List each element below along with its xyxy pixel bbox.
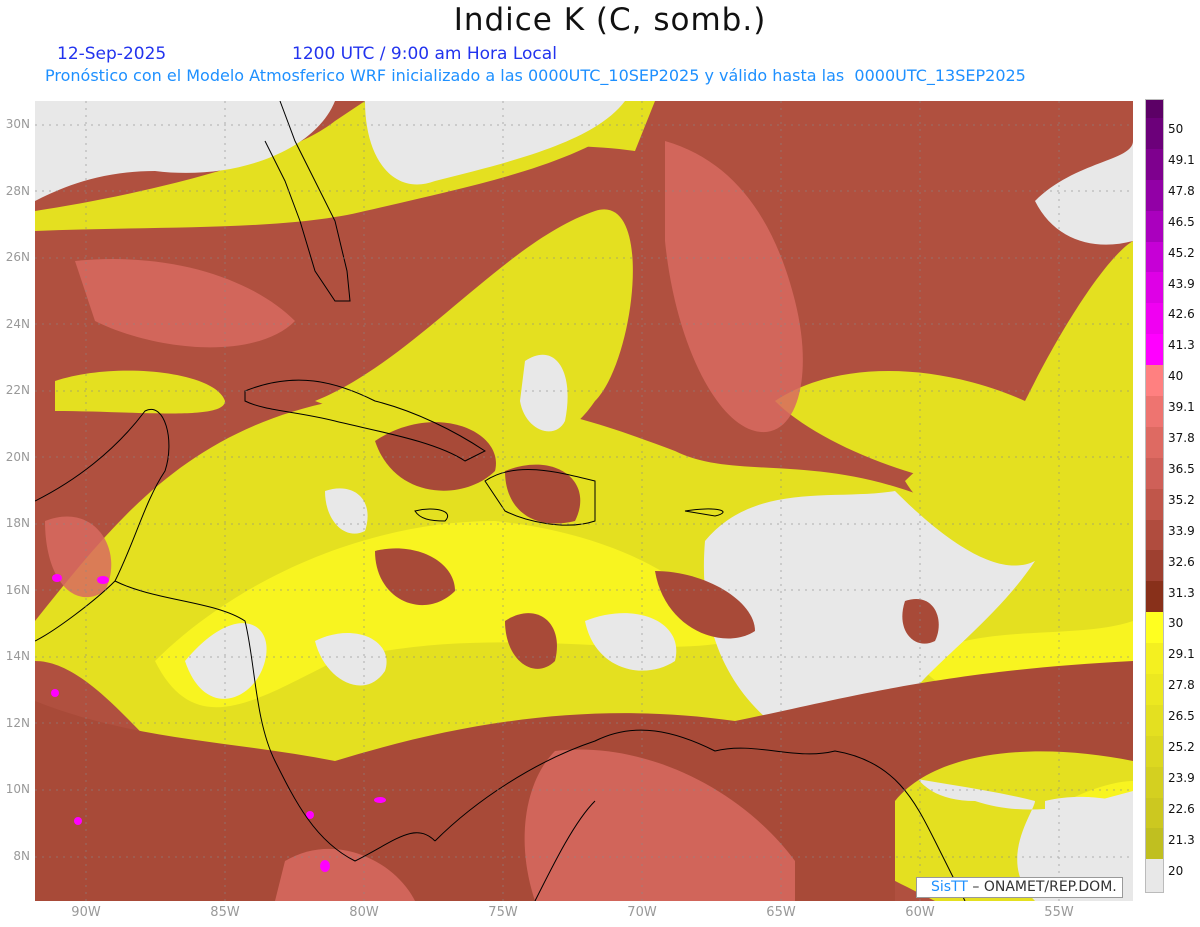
colorbar-label: 50 (1168, 122, 1184, 136)
credit-org: – ONAMET/REP.DOM. (972, 879, 1117, 895)
colorbar-swatch (1146, 643, 1163, 675)
colorbar-swatch (1146, 272, 1163, 304)
lat-label: 20N (5, 449, 30, 464)
colorbar-label: 46.5 (1168, 214, 1195, 229)
colorbar-swatch (1146, 210, 1163, 242)
lon-label: 75W (488, 905, 518, 920)
colorbar-swatch (1146, 704, 1163, 736)
colorbar-label: 49.1 (1168, 152, 1195, 167)
colorbar-swatch (1146, 550, 1163, 582)
colorbar-label: 42.6 (1168, 307, 1195, 322)
lon-label: 65W (766, 905, 796, 920)
lon-label: 60W (905, 905, 935, 920)
colorbar-swatch (1146, 488, 1163, 520)
lon-label: 70W (627, 905, 657, 920)
colorbar-label: 30 (1168, 616, 1184, 631)
map-field (35, 101, 1133, 901)
colorbar-label: 35.2 (1168, 492, 1195, 507)
k-index-map (35, 101, 1133, 901)
colorbar-label: 20 (1168, 863, 1184, 878)
colorbar-swatch (1146, 426, 1163, 458)
forecast-date: 12-Sep-2025 (57, 44, 167, 64)
colorbar-label: 36.5 (1168, 461, 1195, 476)
lon-label: 85W (210, 905, 240, 920)
colorbar-label: 40 (1168, 369, 1184, 384)
lon-label: 90W (71, 905, 101, 920)
colorbar-label: 23.9 (1168, 770, 1195, 785)
colorbar-swatch (1146, 735, 1163, 767)
colorbar-swatch (1146, 100, 1163, 118)
lat-label: 28N (5, 183, 30, 198)
colorbar-swatch (1146, 303, 1163, 335)
lat-label: 18N (5, 516, 30, 530)
colorbar-label: 37.8 (1168, 431, 1195, 445)
colorbar-label: 26.5 (1168, 709, 1195, 724)
colorbar-label: 31.3 (1168, 585, 1195, 600)
colorbar-label: 27.8 (1168, 678, 1195, 693)
colorbar-label: 39.1 (1168, 400, 1195, 415)
colorbar-swatch (1146, 365, 1163, 397)
colorbar-label: 45.2 (1168, 245, 1195, 260)
colorbar (1145, 99, 1164, 894)
lat-label: 8N (13, 848, 30, 863)
lat-label: 30N (5, 117, 30, 131)
colorbar-swatch (1146, 797, 1163, 829)
lat-label: 14N (5, 649, 30, 663)
lon-label: 80W (349, 905, 379, 920)
colorbar-swatch (1146, 828, 1163, 860)
lon-label: 55W (1044, 905, 1074, 920)
colorbar-swatch (1146, 766, 1163, 798)
credit-box: SisTT – ONAMET/REP.DOM. (916, 877, 1123, 898)
lat-label: 22N (5, 383, 30, 397)
lat-label: 24N (5, 316, 30, 331)
colorbar-label: 25.2 (1168, 740, 1195, 754)
colorbar-swatch (1146, 241, 1163, 273)
lat-label: 12N (5, 715, 30, 730)
colorbar-label: 43.9 (1168, 276, 1195, 291)
colorbar-swatch (1146, 118, 1163, 149)
colorbar-label: 29.1 (1168, 647, 1195, 662)
colorbar-label: 21.3 (1168, 832, 1195, 847)
colorbar-label: 41.3 (1168, 338, 1195, 353)
lat-label: 26N (5, 250, 30, 264)
colorbar-swatch (1146, 612, 1163, 644)
model-info: Pronóstico con el Modelo Atmosferico WRF… (45, 66, 1026, 85)
colorbar-swatch (1146, 396, 1163, 427)
colorbar-swatch (1146, 581, 1163, 613)
forecast-time: 1200 UTC / 9:00 am Hora Local (292, 44, 557, 64)
lat-label: 10N (5, 782, 30, 796)
colorbar-swatch (1146, 148, 1163, 180)
map-title: Indice K (C, somb.) (453, 2, 767, 38)
colorbar-swatch (1146, 519, 1163, 551)
colorbar-label: 22.6 (1168, 801, 1195, 816)
colorbar-label: 32.6 (1168, 554, 1195, 569)
colorbar-swatch (1146, 674, 1163, 705)
colorbar-swatch (1146, 334, 1163, 366)
lat-label: 16N (5, 582, 30, 597)
colorbar-label: 33.9 (1168, 523, 1195, 538)
colorbar-swatch (1146, 859, 1163, 893)
credit-brand: SisTT (931, 879, 968, 895)
colorbar-swatch (1146, 457, 1163, 489)
colorbar-swatch (1146, 179, 1163, 211)
colorbar-label: 47.8 (1168, 183, 1195, 198)
